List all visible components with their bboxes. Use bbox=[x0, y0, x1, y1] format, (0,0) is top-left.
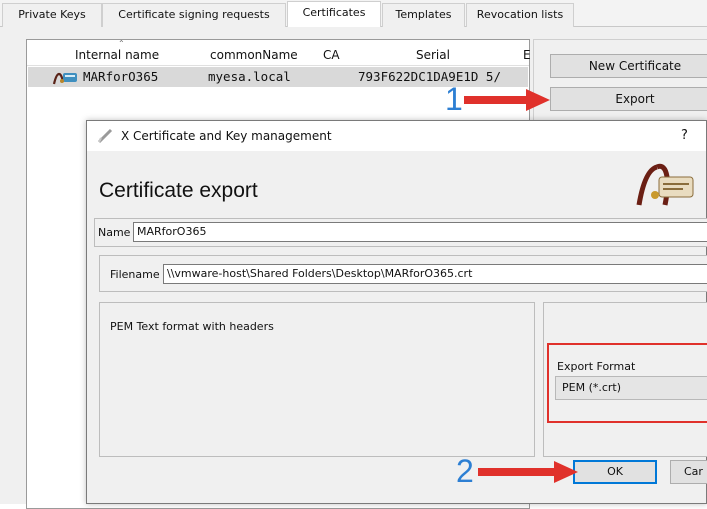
tab-certificate-signing-requests[interactable]: Certificate signing requests bbox=[102, 3, 286, 27]
tab-revocation-lists[interactable]: Revocation lists bbox=[466, 3, 574, 27]
step-2-arrow-icon bbox=[478, 461, 578, 483]
certificate-row-icon bbox=[52, 67, 80, 90]
pen-app-icon bbox=[97, 128, 115, 147]
help-button[interactable]: ? bbox=[681, 128, 688, 143]
cell-internal-name: MARforO365 bbox=[83, 69, 159, 84]
name-field[interactable]: MARforO365 bbox=[133, 222, 707, 242]
tab-private-keys[interactable]: Private Keys bbox=[2, 3, 102, 27]
name-label: Name bbox=[98, 226, 131, 239]
certificate-scroll-logo bbox=[635, 161, 695, 212]
dialog-titlebar: X Certificate and Key management ? bbox=[87, 121, 706, 151]
export-dialog: X Certificate and Key management ? Certi… bbox=[86, 120, 707, 504]
filename-label: Filename bbox=[110, 268, 160, 281]
step-1-arrow-icon bbox=[464, 89, 550, 111]
cell-common-name: myesa.local bbox=[208, 69, 291, 84]
export-format-label: Export Format bbox=[557, 360, 636, 373]
filename-field[interactable]: \\vmware-host\Shared Folders\Desktop\MAR… bbox=[163, 264, 707, 284]
filename-group: Filename \\vmware-host\Shared Folders\De… bbox=[99, 255, 707, 292]
cell-serial: 793F622DC1DA9E1D 5/ bbox=[358, 69, 501, 84]
export-button[interactable]: Export bbox=[550, 87, 707, 111]
step-1-number: 1 bbox=[445, 81, 463, 117]
list-header: Internal name ⌃ commonName CA Serial E bbox=[27, 39, 531, 66]
tab-templates[interactable]: Templates bbox=[382, 3, 465, 27]
ok-button[interactable]: OK bbox=[573, 460, 657, 484]
tab-bar: Private Keys Certificate signing request… bbox=[0, 0, 707, 28]
tab-certificates[interactable]: Certificates bbox=[287, 1, 381, 28]
column-serial[interactable]: Serial bbox=[416, 48, 450, 62]
cancel-button[interactable]: Car bbox=[670, 460, 707, 484]
format-description-box: PEM Text format with headers bbox=[99, 302, 535, 457]
column-extra[interactable]: E bbox=[523, 48, 531, 62]
new-certificate-button[interactable]: New Certificate bbox=[550, 54, 707, 78]
format-description: PEM Text format with headers bbox=[110, 320, 274, 333]
sort-caret-icon: ⌃ bbox=[118, 39, 125, 48]
name-group: Name MARforO365 bbox=[94, 218, 707, 247]
step-2-number: 2 bbox=[456, 453, 474, 489]
column-ca[interactable]: CA bbox=[323, 48, 340, 62]
column-internal-name[interactable]: Internal name bbox=[75, 48, 159, 62]
page-title: Certificate export bbox=[99, 179, 258, 202]
dialog-title: X Certificate and Key management bbox=[121, 129, 332, 143]
export-format-select[interactable]: PEM (*.crt) bbox=[555, 376, 707, 400]
column-common-name[interactable]: commonName bbox=[210, 48, 298, 62]
